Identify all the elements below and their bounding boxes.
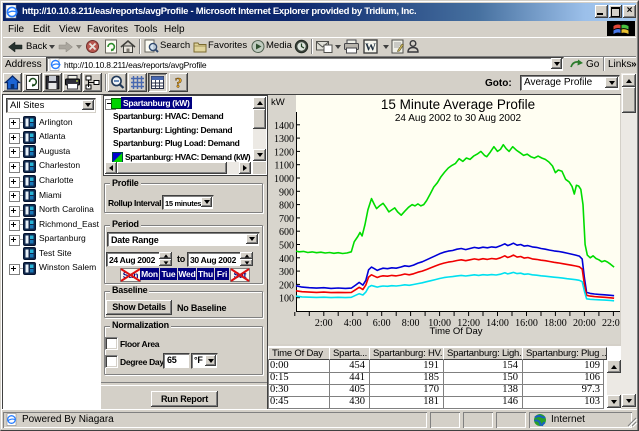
svg-text:1300: 1300 bbox=[274, 134, 294, 145]
svg-text:500: 500 bbox=[279, 241, 294, 252]
svg-text:1200: 1200 bbox=[274, 147, 294, 158]
svg-text:6:00: 6:00 bbox=[373, 318, 391, 329]
svg-text:20:00: 20:00 bbox=[573, 318, 596, 329]
svg-text:14:00: 14:00 bbox=[486, 318, 509, 329]
svg-text:?: ? bbox=[175, 76, 183, 92]
svg-text:W: W bbox=[365, 42, 376, 54]
svg-text:8:00: 8:00 bbox=[402, 318, 420, 329]
svg-text:900: 900 bbox=[279, 187, 294, 198]
svg-text:400: 400 bbox=[279, 254, 294, 265]
svg-text:4:00: 4:00 bbox=[344, 318, 362, 329]
svg-text:700: 700 bbox=[279, 214, 294, 225]
svg-text:1000: 1000 bbox=[274, 174, 294, 185]
svg-text:18:00: 18:00 bbox=[544, 318, 567, 329]
svg-text:22:00: 22:00 bbox=[602, 318, 620, 329]
svg-text:16:00: 16:00 bbox=[515, 318, 538, 329]
svg-text:Time Of Day: Time Of Day bbox=[430, 326, 483, 337]
svg-text:100: 100 bbox=[279, 294, 294, 305]
svg-text:800: 800 bbox=[279, 201, 294, 212]
svg-text:200: 200 bbox=[279, 280, 294, 291]
svg-text:2:00: 2:00 bbox=[315, 318, 333, 329]
svg-text:1400: 1400 bbox=[274, 121, 294, 132]
svg-text:600: 600 bbox=[279, 227, 294, 238]
svg-text:300: 300 bbox=[279, 267, 294, 278]
svg-text:1100: 1100 bbox=[274, 161, 294, 172]
